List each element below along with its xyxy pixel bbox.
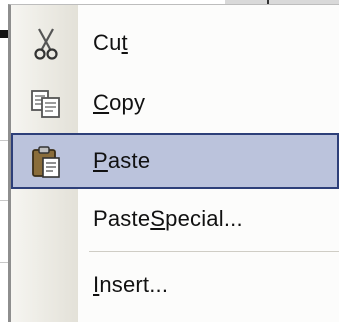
menu-item-copy[interactable]: Copy	[11, 75, 339, 131]
menu-item-paste[interactable]: Paste	[11, 133, 339, 189]
menu-item-paste-special[interactable]: Paste Special...	[11, 191, 339, 247]
context-menu: Cu t Copy P aste Paste S pecial... I nse…	[8, 4, 339, 322]
menu-item-label: Cu t	[93, 30, 128, 55]
menu-item-insert[interactable]: Insert...	[11, 257, 339, 313]
copy-icon	[29, 87, 63, 121]
menu-item-label: Paste	[93, 148, 151, 173]
menu-item-label: Copy	[93, 90, 146, 115]
menu-item-label: Paste Special...	[93, 206, 243, 231]
clipboard-paste-icon	[29, 145, 63, 179]
menu-separator	[89, 251, 339, 252]
menu-item-cut[interactable]: Cu t	[11, 15, 339, 71]
menu-item-label: Insert...	[93, 272, 169, 297]
scissors-icon	[29, 27, 63, 61]
